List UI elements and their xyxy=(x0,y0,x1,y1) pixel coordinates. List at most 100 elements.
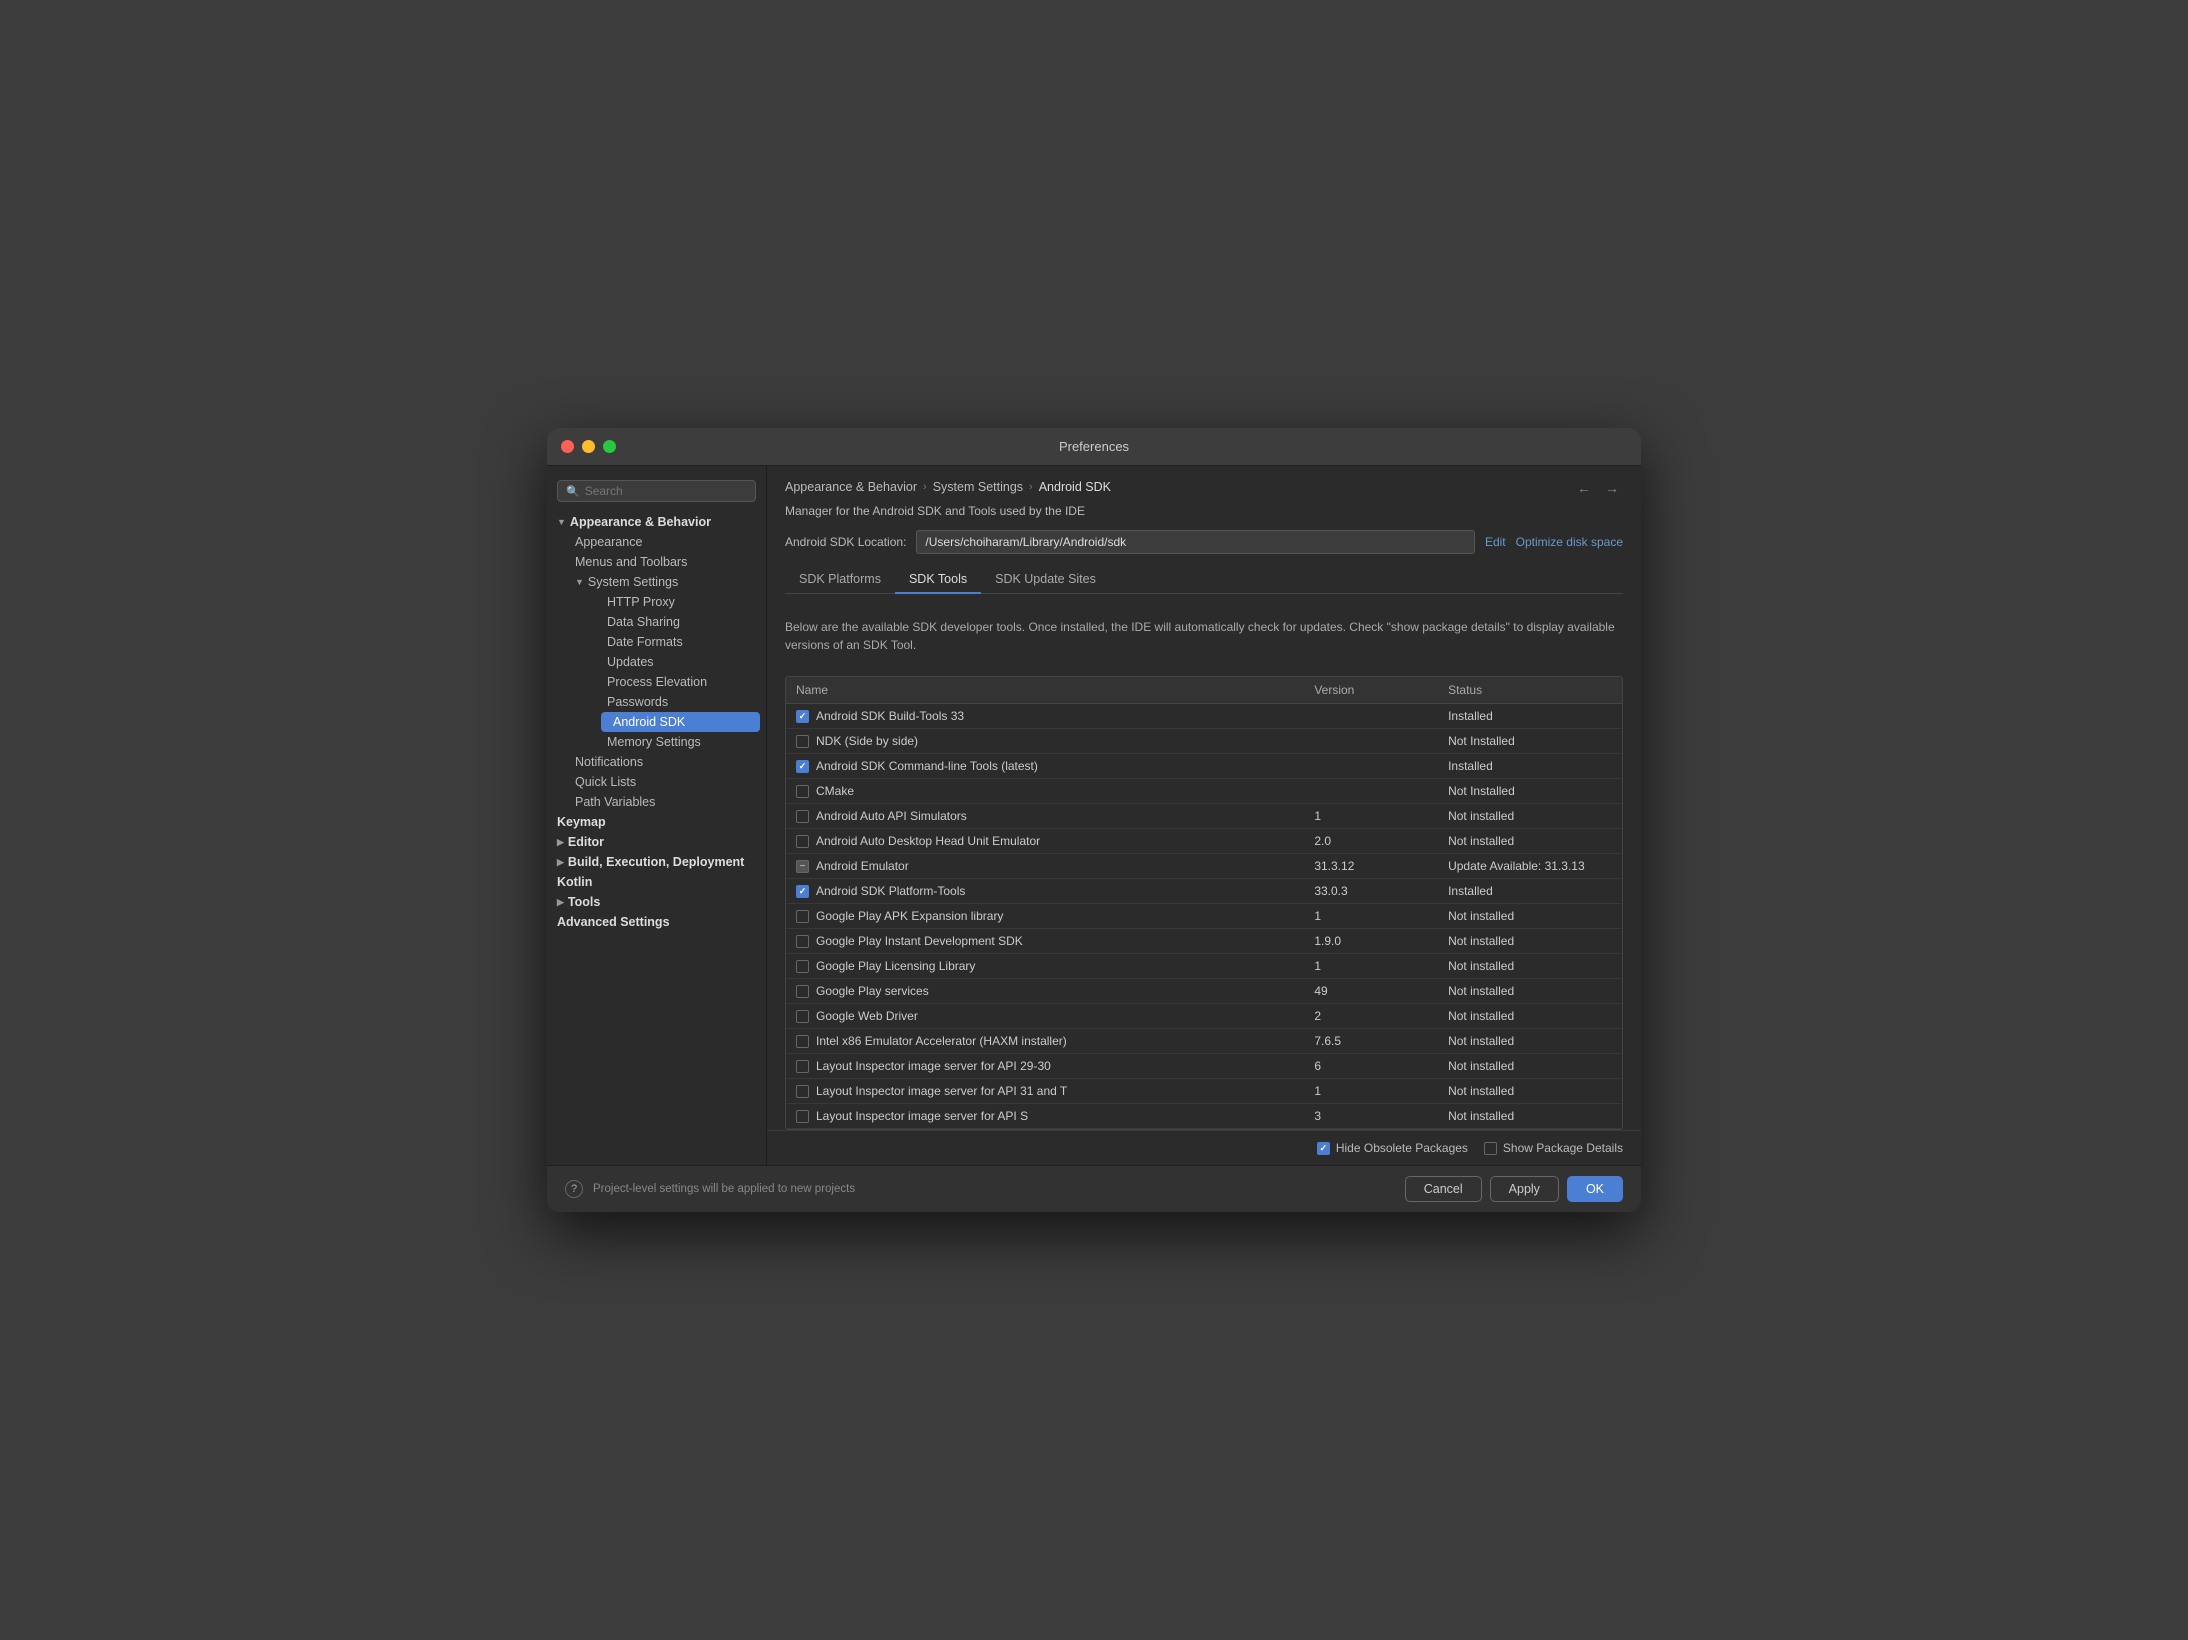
row-name-4: Android Auto API Simulators xyxy=(816,809,967,823)
table-cell-version: 1 xyxy=(1304,904,1438,929)
table-cell-version: 1.9.0 xyxy=(1304,929,1438,954)
table-cell-version: 2.0 xyxy=(1304,829,1438,854)
table-cell-status: Not Installed xyxy=(1438,779,1622,804)
sidebar-item-quick-lists[interactable]: Quick Lists xyxy=(563,772,766,792)
show-details-checkbox[interactable] xyxy=(1484,1142,1497,1155)
sidebar-item-android-sdk[interactable]: Android SDK xyxy=(601,712,760,732)
sidebar-item-menus-toolbars[interactable]: Menus and Toolbars xyxy=(563,552,766,572)
sidebar-item-path-variables[interactable]: Path Variables xyxy=(563,792,766,812)
row-checkbox-8[interactable] xyxy=(796,910,809,923)
sidebar-item-date-formats[interactable]: Date Formats xyxy=(595,632,766,652)
hide-obsolete-checkbox[interactable] xyxy=(1317,1142,1330,1155)
breadcrumb: Appearance & Behavior › System Settings … xyxy=(785,480,1111,494)
tab-sdk-platforms[interactable]: SDK Platforms xyxy=(785,566,895,594)
sidebar-item-http-proxy[interactable]: HTTP Proxy xyxy=(595,592,766,612)
search-box[interactable]: 🔍 xyxy=(557,480,756,502)
row-checkbox-14[interactable] xyxy=(796,1060,809,1073)
table-cell-name: Google Play Licensing Library xyxy=(786,954,1304,979)
table-cell-status: Not installed xyxy=(1438,804,1622,829)
sidebar-item-data-sharing[interactable]: Data Sharing xyxy=(595,612,766,632)
optimize-disk-button[interactable]: Optimize disk space xyxy=(1516,535,1623,549)
forward-arrow[interactable]: → xyxy=(1601,478,1623,498)
row-checkbox-12[interactable] xyxy=(796,1010,809,1023)
row-name-7: Android SDK Platform-Tools xyxy=(816,884,965,898)
col-header-name: Name xyxy=(786,677,1304,704)
table-description: Below are the available SDK developer to… xyxy=(767,604,1641,666)
row-checkbox-0[interactable] xyxy=(796,710,809,723)
show-details-label: Show Package Details xyxy=(1503,1141,1623,1155)
row-checkbox-4[interactable] xyxy=(796,810,809,823)
sidebar-item-keymap[interactable]: Keymap xyxy=(547,812,766,832)
minimize-button[interactable] xyxy=(582,440,595,453)
sdk-location-input[interactable] xyxy=(916,530,1475,554)
help-button[interactable]: ? xyxy=(565,1180,583,1198)
table-cell-status: Not installed xyxy=(1438,1029,1622,1054)
table-cell-version xyxy=(1304,754,1438,779)
row-checkbox-16[interactable] xyxy=(796,1110,809,1123)
table-cell-name: Intel x86 Emulator Accelerator (HAXM ins… xyxy=(786,1029,1304,1054)
table-cell-version: 1 xyxy=(1304,804,1438,829)
row-checkbox-15[interactable] xyxy=(796,1085,809,1098)
sidebar-item-memory-settings[interactable]: Memory Settings xyxy=(595,732,766,752)
table-row: Android SDK Build-Tools 33Installed xyxy=(786,704,1622,729)
sidebar-item-updates[interactable]: Updates xyxy=(595,652,766,672)
table-cell-status: Not installed xyxy=(1438,829,1622,854)
sidebar-item-appearance-behavior[interactable]: ▼ Appearance & Behavior xyxy=(547,512,766,532)
row-name-8: Google Play APK Expansion library xyxy=(816,909,1003,923)
row-checkbox-2[interactable] xyxy=(796,760,809,773)
row-checkbox-1[interactable] xyxy=(796,735,809,748)
row-name-3: CMake xyxy=(816,784,854,798)
row-name-2: Android SDK Command-line Tools (latest) xyxy=(816,759,1038,773)
tabs-row: SDK Platforms SDK Tools SDK Update Sites xyxy=(785,566,1623,594)
chevron-right-icon: ▶ xyxy=(557,837,564,848)
row-checkbox-13[interactable] xyxy=(796,1035,809,1048)
sidebar-item-process-elevation[interactable]: Process Elevation xyxy=(595,672,766,692)
table-row: Intel x86 Emulator Accelerator (HAXM ins… xyxy=(786,1029,1622,1054)
table-cell-version: 3 xyxy=(1304,1104,1438,1129)
back-arrow[interactable]: ← xyxy=(1573,478,1595,498)
table-cell-status: Not installed xyxy=(1438,1004,1622,1029)
ok-button[interactable]: OK xyxy=(1567,1176,1623,1202)
search-input[interactable] xyxy=(585,484,747,498)
table-cell-status: Update Available: 31.3.13 xyxy=(1438,854,1622,879)
edit-button[interactable]: Edit xyxy=(1485,535,1506,549)
sidebar-item-tools[interactable]: ▶ Tools xyxy=(547,892,766,912)
table-cell-name: Google Play APK Expansion library xyxy=(786,904,1304,929)
row-checkbox-6[interactable] xyxy=(796,860,809,873)
sidebar: 🔍 ▼ Appearance & Behavior Appearance Men… xyxy=(547,466,767,1165)
table-row: CMake Not Installed xyxy=(786,779,1622,804)
cancel-button[interactable]: Cancel xyxy=(1405,1176,1482,1202)
row-name-10: Google Play Licensing Library xyxy=(816,959,975,973)
sidebar-item-advanced-settings[interactable]: Advanced Settings xyxy=(547,912,766,932)
sidebar-item-passwords[interactable]: Passwords xyxy=(595,692,766,712)
table-cell-version: 33.0.3 xyxy=(1304,879,1438,904)
hide-obsolete-option: Hide Obsolete Packages xyxy=(1317,1141,1468,1155)
breadcrumb-item-2: System Settings xyxy=(933,480,1023,494)
row-checkbox-5[interactable] xyxy=(796,835,809,848)
row-checkbox-9[interactable] xyxy=(796,935,809,948)
table-cell-status: Installed xyxy=(1438,754,1622,779)
table-cell-name: Google Web Driver xyxy=(786,1004,1304,1029)
sidebar-item-kotlin[interactable]: Kotlin xyxy=(547,872,766,892)
breadcrumb-item-1: Appearance & Behavior xyxy=(785,480,917,494)
row-checkbox-7[interactable] xyxy=(796,885,809,898)
row-name-0: Android SDK Build-Tools 33 xyxy=(816,709,964,723)
row-checkbox-10[interactable] xyxy=(796,960,809,973)
table-cell-status: Not installed xyxy=(1438,1104,1622,1129)
sidebar-item-build-execution[interactable]: ▶ Build, Execution, Deployment xyxy=(547,852,766,872)
close-button[interactable] xyxy=(561,440,574,453)
row-name-5: Android Auto Desktop Head Unit Emulator xyxy=(816,834,1040,848)
tab-sdk-tools[interactable]: SDK Tools xyxy=(895,566,981,594)
sidebar-item-appearance[interactable]: Appearance xyxy=(563,532,766,552)
sidebar-item-notifications[interactable]: Notifications xyxy=(563,752,766,772)
table-cell-version: 6 xyxy=(1304,1054,1438,1079)
sidebar-item-system-settings[interactable]: ▼ System Settings xyxy=(563,572,766,592)
appearance-behavior-group: Appearance Menus and Toolbars ▼ System S… xyxy=(547,532,766,812)
sidebar-item-editor[interactable]: ▶ Editor xyxy=(547,832,766,852)
tab-sdk-update-sites[interactable]: SDK Update Sites xyxy=(981,566,1110,594)
row-checkbox-3[interactable] xyxy=(796,785,809,798)
row-name-15: Layout Inspector image server for API 31… xyxy=(816,1084,1067,1098)
apply-button[interactable]: Apply xyxy=(1490,1176,1559,1202)
maximize-button[interactable] xyxy=(603,440,616,453)
row-checkbox-11[interactable] xyxy=(796,985,809,998)
